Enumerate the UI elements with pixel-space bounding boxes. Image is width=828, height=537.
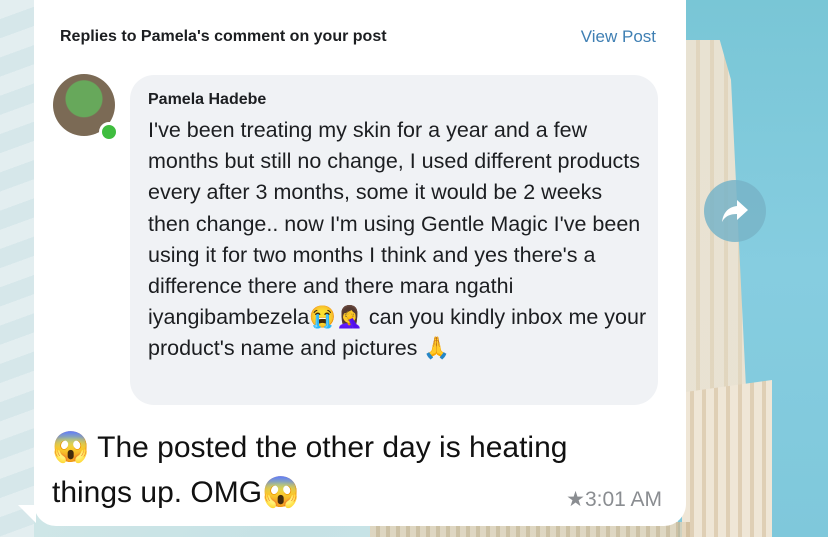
forward-button[interactable]	[704, 180, 766, 242]
avatar[interactable]	[53, 74, 119, 142]
bubble-tail	[18, 505, 36, 523]
message-time: 3:01 AM	[584, 488, 662, 511]
message-bubble[interactable]: Replies to Pamela's comment on your post…	[34, 0, 686, 526]
comment-card[interactable]: Pamela Hadebe I've been treating my skin…	[130, 75, 658, 405]
chat-wallpaper-left	[0, 0, 34, 537]
share-forward-icon	[722, 200, 748, 222]
online-status-icon	[99, 122, 119, 142]
comment-author[interactable]: Pamela Hadebe	[148, 91, 266, 109]
message-meta: ★3:01 AM	[566, 487, 662, 512]
comment-text: I've been treating my skin for a year an…	[148, 118, 653, 361]
header-title: Replies to Pamela's comment on your post	[60, 28, 387, 45]
view-post-link[interactable]: View Post	[581, 27, 656, 47]
starred-icon: ★	[566, 488, 585, 511]
wallpaper-tower-base	[682, 380, 772, 537]
message-text: 😱 The posted the other day is heating th…	[52, 431, 576, 509]
